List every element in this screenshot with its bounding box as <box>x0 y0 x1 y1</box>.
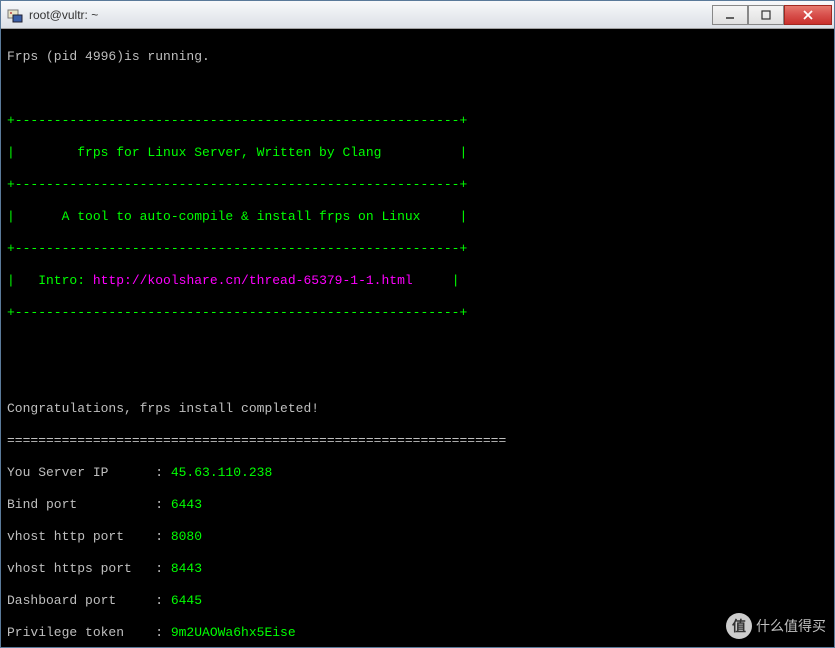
blank <box>7 369 828 385</box>
banner-border: +---------------------------------------… <box>7 241 828 257</box>
close-button[interactable] <box>784 5 832 25</box>
field-priv-token: Privilege token : 9m2UAOWa6hx5Eise <box>7 625 828 641</box>
window-title: root@vultr: ~ <box>27 8 712 22</box>
maximize-button[interactable] <box>748 5 784 25</box>
field-vhost-http: vhost http port : 8080 <box>7 529 828 545</box>
field-dashboard-port: Dashboard port : 6445 <box>7 593 828 609</box>
banner-border: +---------------------------------------… <box>7 305 828 321</box>
terminal-output[interactable]: Frps (pid 4996)is running. +------------… <box>1 29 834 647</box>
terminal-window: root@vultr: ~ Frps (pid 4996)is running.… <box>0 0 835 648</box>
field-vhost-https: vhost https port : 8443 <box>7 561 828 577</box>
congrats: Congratulations, frps install completed! <box>7 401 828 417</box>
window-controls <box>712 5 832 25</box>
field-server-ip: You Server IP : 45.63.110.238 <box>7 465 828 481</box>
blank <box>7 337 828 353</box>
field-bind-port: Bind port : 6443 <box>7 497 828 513</box>
putty-icon <box>7 7 23 23</box>
divider: ========================================… <box>7 433 828 449</box>
titlebar[interactable]: root@vultr: ~ <box>1 1 834 29</box>
minimize-button[interactable] <box>712 5 748 25</box>
banner-title: | frps for Linux Server, Written by Clan… <box>7 145 828 161</box>
intro-url: http://koolshare.cn/thread-65379-1-1.htm… <box>93 273 413 288</box>
blank <box>7 81 828 97</box>
banner-intro: | Intro: http://koolshare.cn/thread-6537… <box>7 273 828 289</box>
status-line: Frps (pid 4996)is running. <box>7 49 828 65</box>
banner-border: +---------------------------------------… <box>7 177 828 193</box>
banner-subtitle: | A tool to auto-compile & install frps … <box>7 209 828 225</box>
banner-border: +---------------------------------------… <box>7 113 828 129</box>
